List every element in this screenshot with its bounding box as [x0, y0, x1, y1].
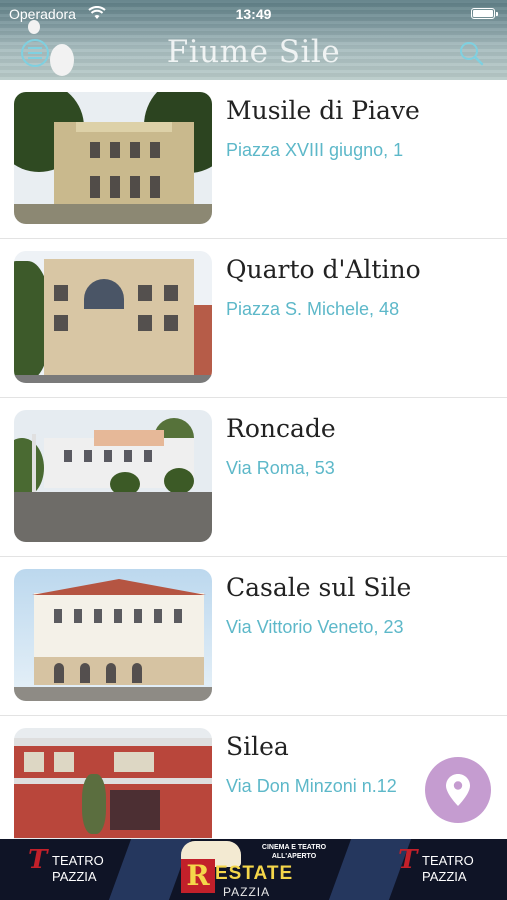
clock: 13:49 — [235, 6, 272, 22]
map-pin-icon — [446, 774, 470, 806]
place-photo — [14, 92, 212, 224]
search-icon[interactable] — [458, 40, 484, 66]
teatro-pazzia-logo-left: T TEATRO PAZZIA — [28, 845, 104, 884]
battery-icon — [471, 8, 498, 19]
status-bar: Operadora 13:49 — [0, 0, 507, 28]
list-item[interactable]: Roncade Via Roma, 53 — [0, 398, 507, 557]
place-name: Quarto d'Altino — [226, 255, 421, 284]
place-name: Roncade — [226, 414, 336, 443]
place-photo — [14, 410, 212, 542]
place-address: Piazza XVIII giugno, 1 — [226, 140, 404, 160]
place-address: Via Don Minzoni n.12 — [226, 776, 397, 796]
place-address: Via Roma, 53 — [226, 458, 335, 478]
place-name: Musile di Piave — [226, 96, 420, 125]
app-header: Operadora 13:49 Fiume Sile — [0, 0, 507, 80]
estate-pazzia-logo: R ESTATE CINEMA E TEATRO ALL'APERTO PAZZ… — [175, 841, 335, 899]
list-item[interactable]: Casale sul Sile Via Vittorio Veneto, 23 — [0, 557, 507, 716]
place-address: Piazza S. Michele, 48 — [226, 299, 400, 319]
place-name: Casale sul Sile — [226, 573, 412, 602]
list-item[interactable]: Musile di Piave Piazza XVIII giugno, 1 — [0, 80, 507, 239]
place-photo — [14, 569, 212, 701]
teatro-pazzia-logo-right: T TEATRO PAZZIA — [398, 845, 474, 884]
list-item[interactable]: Quarto d'Altino Piazza S. Michele, 48 — [0, 239, 507, 398]
place-photo — [14, 251, 212, 383]
places-list: Musile di Piave Piazza XVIII giugno, 1 Q… — [0, 80, 507, 875]
ad-banner[interactable]: T TEATRO PAZZIA R ESTATE CINEMA E TEATRO… — [0, 839, 507, 900]
place-name: Silea — [226, 732, 289, 761]
map-button[interactable] — [425, 757, 491, 823]
place-address: Via Vittorio Veneto, 23 — [226, 617, 404, 637]
page-title: Fiume Sile — [166, 34, 341, 70]
